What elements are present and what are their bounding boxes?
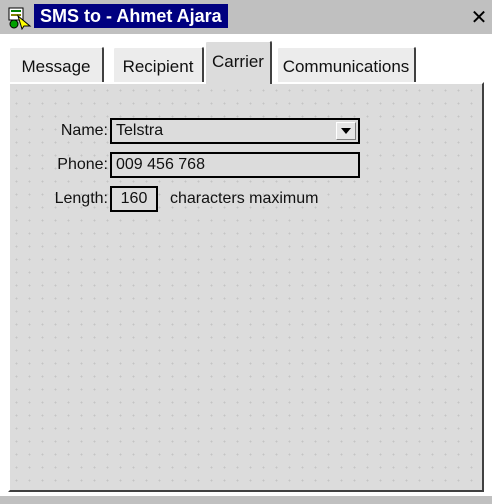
length-value: 160	[120, 190, 148, 207]
window-title: SMS to - Ahmet Ajara	[34, 4, 228, 28]
tab-carrier[interactable]: Carrier	[204, 40, 272, 84]
tab-message[interactable]: Message	[8, 46, 104, 84]
window-bottom-edge	[0, 496, 492, 504]
length-field[interactable]: 160	[110, 186, 158, 212]
phone-field[interactable]: 009 456 768	[110, 152, 360, 178]
phone-value: 009 456 768	[116, 156, 205, 173]
name-label: Name:	[60, 122, 108, 139]
phone-label: Phone:	[57, 156, 108, 173]
app-icon	[8, 6, 32, 31]
dropdown-button[interactable]	[336, 122, 356, 140]
close-button[interactable]: ✕	[468, 7, 490, 29]
close-icon: ✕	[470, 5, 488, 29]
tab-strip: Message Recipient Carrier Communications	[8, 40, 488, 84]
tab-communications[interactable]: Communications	[276, 46, 416, 84]
length-label: Length:	[54, 190, 108, 207]
sms-window: SMS to - Ahmet Ajara ✕ Message Recipient…	[0, 0, 492, 504]
chevron-down-icon	[341, 128, 351, 134]
length-suffix: characters maximum	[170, 190, 319, 207]
carrier-panel: Name: Telstra Phone: 009 456 768 Length:…	[8, 82, 484, 492]
title-bar[interactable]: SMS to - Ahmet Ajara ✕	[0, 0, 492, 34]
carrier-name-value: Telstra	[116, 122, 164, 139]
tab-recipient[interactable]: Recipient	[112, 46, 204, 84]
carrier-name-select[interactable]: Telstra	[110, 118, 360, 144]
